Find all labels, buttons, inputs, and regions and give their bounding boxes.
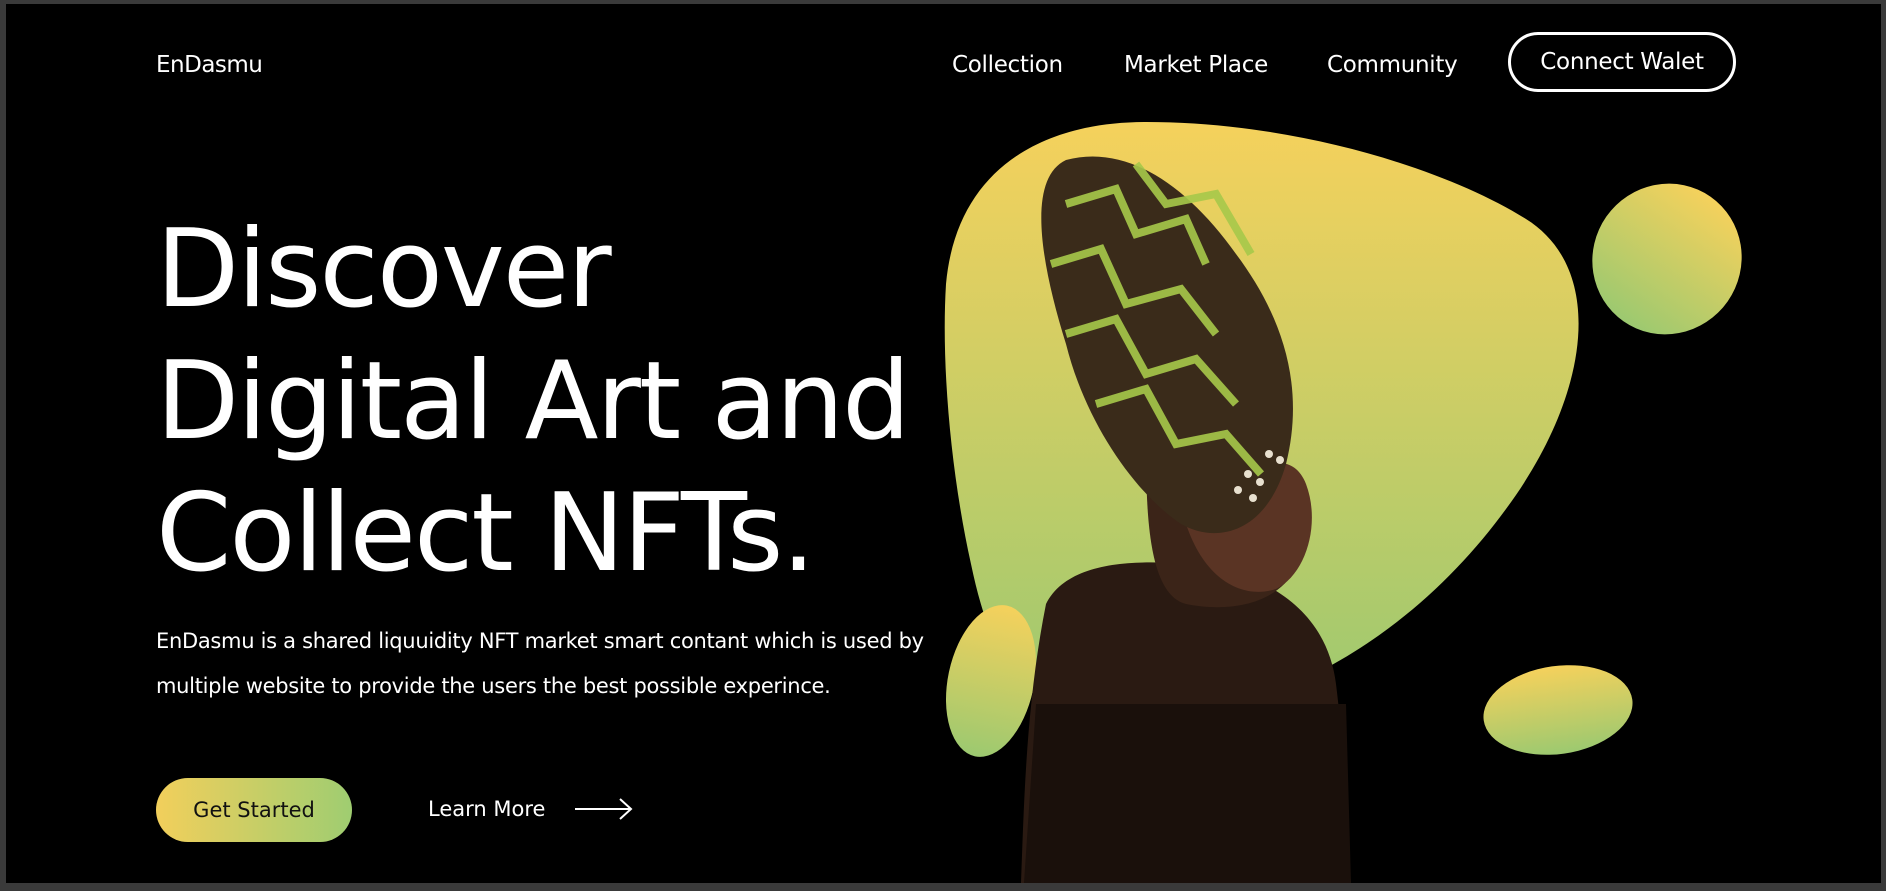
blob-bottom-right xyxy=(1483,665,1633,755)
headline-line-2: Digital Art and xyxy=(156,339,911,464)
learn-more-link[interactable]: Learn More xyxy=(428,797,633,821)
blob-top-right xyxy=(1592,183,1742,335)
get-started-button[interactable]: Get Started xyxy=(156,778,352,842)
headline-line-1: Discover xyxy=(156,207,612,332)
arrow-right-icon xyxy=(575,798,633,820)
nav-community[interactable]: Community xyxy=(1327,52,1458,78)
hero-page: EnDasmu Collection Market Place Communit… xyxy=(6,4,1881,883)
brand-logo[interactable]: EnDasmu xyxy=(156,52,263,78)
hero-headline: Discover Digital Art and Collect NFTs. xyxy=(156,204,911,600)
headline-line-3: Collect NFTs. xyxy=(156,471,816,596)
nav-collection[interactable]: Collection xyxy=(952,52,1063,78)
hero-description: EnDasmu is a shared liquuidity NFT marke… xyxy=(156,629,924,698)
learn-more-label: Learn More xyxy=(428,797,546,821)
nav-market-place[interactable]: Market Place xyxy=(1124,52,1268,78)
connect-wallet-button[interactable]: Connect Walet xyxy=(1508,32,1736,92)
